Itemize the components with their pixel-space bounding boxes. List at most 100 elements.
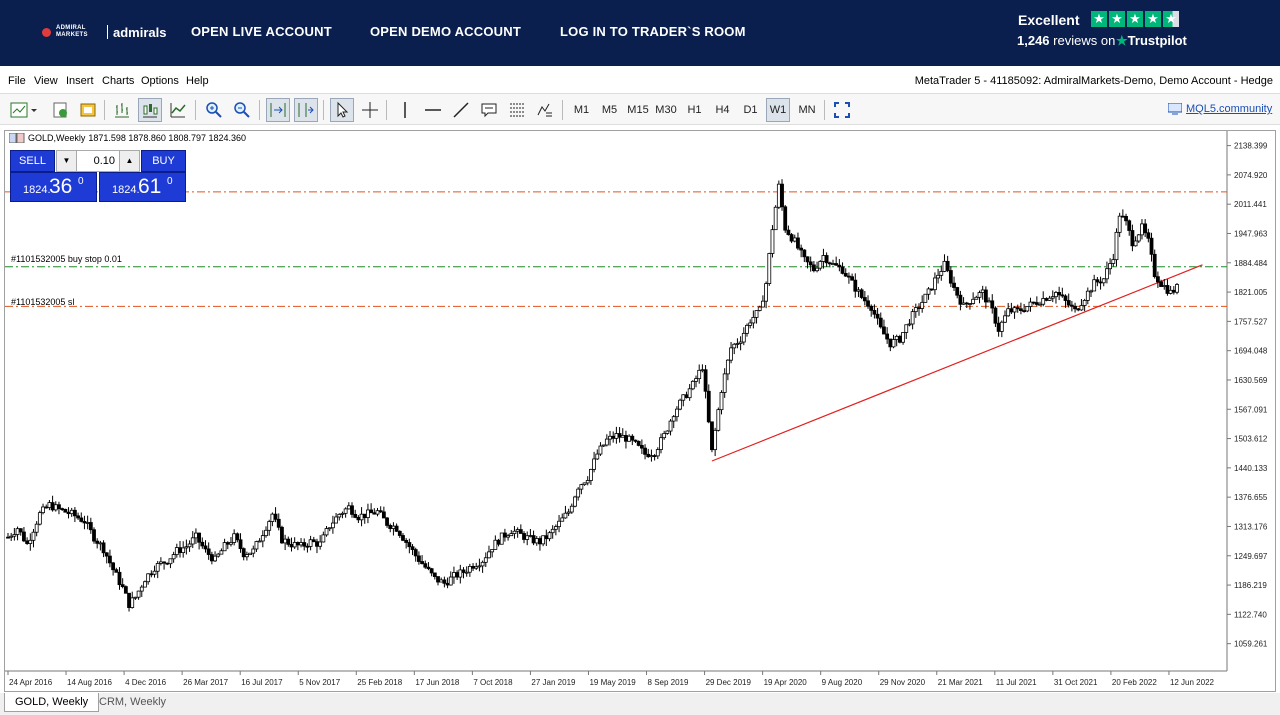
candle-body xyxy=(993,307,998,324)
candle-body xyxy=(1015,307,1020,310)
text-label-icon[interactable] xyxy=(477,98,501,122)
candle-body xyxy=(1009,308,1014,313)
candle-body xyxy=(483,557,488,563)
volume-decrease-icon[interactable]: ▼ xyxy=(57,151,77,171)
candle-body xyxy=(289,543,294,548)
zoom-in-icon[interactable] xyxy=(202,98,226,122)
candle-body xyxy=(260,535,265,542)
candle-body xyxy=(158,561,163,564)
buy-price-button[interactable]: 1824. 61 0 xyxy=(99,172,186,202)
candle-body xyxy=(547,532,552,540)
buy-button[interactable]: BUY xyxy=(141,150,186,172)
timeframe-m15[interactable]: M15 xyxy=(624,98,652,122)
candle-body xyxy=(410,546,415,550)
candle-body xyxy=(378,510,383,513)
crosshair-icon[interactable] xyxy=(358,98,382,122)
trustpilot-logo[interactable]: ★Trustpilot xyxy=(1116,33,1187,49)
candle-body xyxy=(964,302,969,305)
candle-body xyxy=(815,267,819,272)
fibonacci-icon[interactable] xyxy=(505,98,529,122)
traders-room-login-link[interactable]: LOG IN TO TRADER`S ROOM xyxy=(560,24,746,39)
x-tick-label: 11 Jul 2021 xyxy=(996,678,1037,687)
chart-window[interactable]: 2138.399 2074.920 2011.441 1947.963 1884.484… xyxy=(4,130,1276,692)
candle-body xyxy=(356,517,361,521)
menu-view[interactable]: View xyxy=(34,75,58,87)
volume-value[interactable]: 0.10 xyxy=(87,155,115,167)
candle-body xyxy=(1171,289,1176,293)
candle-body xyxy=(276,518,281,528)
cursor-icon[interactable] xyxy=(330,98,354,122)
bar-chart-icon[interactable] xyxy=(110,98,134,122)
sell-price-button[interactable]: 1824. 36 0 xyxy=(10,172,97,202)
fullscreen-icon[interactable] xyxy=(830,98,854,122)
menu-help[interactable]: Help xyxy=(186,75,209,87)
candle-body xyxy=(1044,298,1049,301)
timeframe-m5[interactable]: M5 xyxy=(597,98,622,122)
candle-body xyxy=(592,458,596,470)
mql5-community-link[interactable]: MQL5.community xyxy=(1168,103,1272,115)
new-chart-icon[interactable] xyxy=(8,98,40,122)
volume-increase-icon[interactable]: ▲ xyxy=(119,151,139,171)
candle-body xyxy=(624,435,628,442)
candle-body xyxy=(573,496,577,507)
menu-charts[interactable]: Charts xyxy=(102,75,134,87)
candlestick-chart-icon[interactable] xyxy=(138,98,162,122)
candle-body xyxy=(203,545,208,550)
candle-body xyxy=(856,289,861,292)
tab-gold-weekly[interactable]: GOLD, Weekly xyxy=(4,693,100,712)
shapes-icon[interactable] xyxy=(533,98,557,122)
candle-body xyxy=(977,292,982,298)
candle-body xyxy=(553,526,558,530)
menu-options[interactable]: Options xyxy=(141,75,179,87)
candle-body xyxy=(885,333,890,340)
toolbar: M1 M5 M15 M30 H1 H4 D1 W1 MN MQL5.commun… xyxy=(0,93,1280,125)
candle-body xyxy=(1105,268,1109,280)
tab-crm-weekly[interactable]: CRM, Weekly xyxy=(89,693,176,712)
market-watch-icon[interactable] xyxy=(76,98,100,122)
x-tick-label: 19 Apr 2020 xyxy=(764,678,808,687)
candle-body xyxy=(684,394,689,399)
admirals-logo[interactable]: ADMIRAL MARKETS admirals xyxy=(42,22,166,42)
candle-body xyxy=(108,555,112,564)
menu-file[interactable]: File xyxy=(8,75,26,87)
auto-scroll-icon[interactable] xyxy=(294,98,318,122)
trendline-icon[interactable] xyxy=(449,98,473,122)
candle-body xyxy=(225,542,230,545)
timeframe-h1[interactable]: H1 xyxy=(683,98,706,122)
timeframe-h4[interactable]: H4 xyxy=(711,98,734,122)
candle-body xyxy=(1146,232,1151,239)
sell-button[interactable]: SELL xyxy=(10,150,55,172)
timeframe-m30[interactable]: M30 xyxy=(652,98,680,122)
candle-body xyxy=(827,262,832,265)
candle-body xyxy=(563,512,568,519)
open-live-account-link[interactable]: OPEN LIVE ACCOUNT xyxy=(191,24,332,39)
candle-body xyxy=(595,453,600,460)
candle-body xyxy=(725,359,730,375)
volume-input[interactable]: ▼ 0.10 ▲ xyxy=(56,150,140,172)
candle-body xyxy=(452,572,456,578)
chart-shift-icon[interactable] xyxy=(266,98,290,122)
timeframe-w1[interactable]: W1 xyxy=(766,98,790,122)
timeframe-d1[interactable]: D1 xyxy=(739,98,762,122)
timeframe-m1[interactable]: M1 xyxy=(569,98,594,122)
zoom-out-icon[interactable] xyxy=(230,98,254,122)
candle-body xyxy=(270,513,275,522)
price-chart[interactable]: 2138.399 2074.920 2011.441 1947.963 1884.484… xyxy=(5,131,1277,693)
timeframe-mn[interactable]: MN xyxy=(795,98,819,122)
candle-body xyxy=(579,484,584,490)
candle-body xyxy=(783,206,788,231)
candle-body xyxy=(923,293,928,303)
candle-body xyxy=(859,289,864,298)
profiles-icon[interactable] xyxy=(48,98,72,122)
vertical-line-icon[interactable] xyxy=(393,98,417,122)
candle-body xyxy=(420,561,424,565)
candle-body xyxy=(133,596,138,599)
candle-body xyxy=(1069,304,1074,307)
menu-insert[interactable]: Insert xyxy=(66,75,94,87)
open-demo-account-link[interactable]: OPEN DEMO ACCOUNT xyxy=(370,24,521,39)
line-chart-icon[interactable] xyxy=(166,98,190,122)
candle-body xyxy=(751,317,756,324)
horizontal-line-icon[interactable] xyxy=(421,98,445,122)
candle-body xyxy=(219,550,224,555)
x-tick-label: 7 Oct 2018 xyxy=(473,678,513,687)
